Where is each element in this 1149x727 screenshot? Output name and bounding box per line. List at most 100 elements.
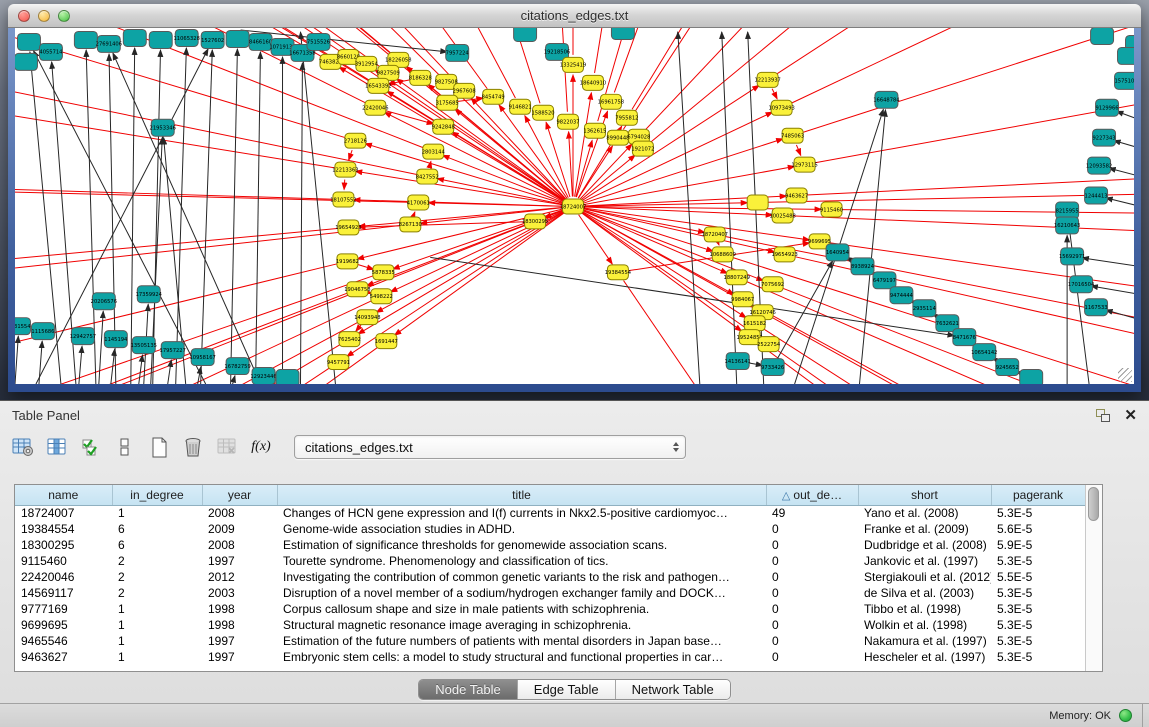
table-row[interactable]: 1830029562008Estimation of significance … <box>15 537 1085 553</box>
table-row[interactable]: 977716911998Corpus callosum shape and si… <box>15 601 1085 617</box>
float-panel-icon[interactable] <box>1096 409 1110 422</box>
graph-node[interactable] <box>1020 370 1043 384</box>
table-cell: 0 <box>766 649 858 665</box>
close-panel-icon[interactable]: ✕ <box>1124 408 1137 423</box>
graph-node-label: 7957224 <box>446 51 469 57</box>
table-settings-icon[interactable] <box>8 433 38 461</box>
graph-edge <box>1106 310 1134 321</box>
show-columns-icon[interactable] <box>42 433 72 461</box>
graph-node-label: 9242848 <box>432 125 455 131</box>
table-cell: 2008 <box>202 537 277 553</box>
graph-node-label: 9733426 <box>761 365 784 371</box>
graph-node[interactable] <box>276 370 299 384</box>
graph-edge <box>859 110 885 384</box>
graph-node[interactable] <box>149 31 172 48</box>
table-row[interactable]: 1938455462009Genome-wide association stu… <box>15 521 1085 537</box>
delete-column-icon[interactable] <box>178 433 208 461</box>
table-cell: 1 <box>112 617 202 633</box>
tab-network-table[interactable]: Network Table <box>616 680 730 699</box>
memory-ok-indicator-icon[interactable] <box>1119 709 1132 722</box>
table-cell: Jankovic et al. (1997) <box>858 553 991 569</box>
table-scrollbar[interactable] <box>1085 485 1102 671</box>
table-row[interactable]: 2242004622012Investigating the contribut… <box>15 569 1085 585</box>
graph-edge <box>632 28 1093 109</box>
column-header-pagerank[interactable]: pagerank <box>991 485 1085 505</box>
graph-node-label: 1575107 <box>1114 79 1134 85</box>
table-cell: 2009 <box>202 521 277 537</box>
window-titlebar[interactable]: citations_edges.txt <box>8 4 1141 28</box>
network-canvas[interactable]: 4055714276914061106532815276028466160107… <box>15 28 1134 384</box>
table-cell: Genome-wide association studies in ADHD. <box>277 521 766 537</box>
table-cell: 5.3E-5 <box>991 649 1085 665</box>
graph-node[interactable] <box>611 28 634 39</box>
table-selector[interactable]: citations_edges.txt <box>294 435 686 459</box>
table-cell: 22420046 <box>15 569 112 585</box>
graph-node[interactable] <box>747 195 768 210</box>
column-header-year[interactable]: year <box>202 485 277 505</box>
table-row[interactable]: 946362711997Embryonic stem cells: a mode… <box>15 649 1085 665</box>
graph-node-label: 1921072 <box>631 146 654 152</box>
table-row[interactable]: 946554611997Estimation of the future num… <box>15 633 1085 649</box>
graph-node-label: 10973493 <box>768 106 794 112</box>
graph-node-label: 19384554 <box>605 270 631 276</box>
graph-edge <box>15 300 372 384</box>
unselect-all-columns-icon[interactable] <box>110 433 140 461</box>
graph-node-label: 17957227 <box>160 348 186 354</box>
graph-node-label: 9822037 <box>556 120 579 126</box>
graph-node[interactable] <box>74 31 97 48</box>
table-row[interactable]: 911546021997Tourette syndrome. Phenomeno… <box>15 553 1085 569</box>
graph-edge <box>455 109 565 200</box>
column-header-in_degree[interactable]: in_degree <box>112 485 202 505</box>
graph-node-label: 9146821 <box>509 105 532 111</box>
combo-stepper-icon <box>673 442 681 452</box>
graph-node[interactable] <box>1091 28 1114 44</box>
table-cell: 18300295 <box>15 537 112 553</box>
table-panel-title: Table Panel <box>12 408 80 423</box>
graph-edge <box>344 180 345 190</box>
graph-node-label: 6794028 <box>627 134 650 140</box>
column-header-short[interactable]: short <box>858 485 991 505</box>
graph-node[interactable] <box>1118 47 1134 64</box>
graph-edge <box>357 264 374 269</box>
graph-node[interactable] <box>514 28 537 41</box>
citation-network-graph: 4055714276914061106532815276028466160107… <box>15 28 1134 384</box>
table-row[interactable]: 1872400712008Changes of HCN gene express… <box>15 505 1085 521</box>
graph-edge <box>15 172 333 199</box>
graph-node[interactable] <box>226 30 249 47</box>
select-all-columns-icon[interactable] <box>76 433 106 461</box>
column-header-name[interactable]: name <box>15 485 112 505</box>
graph-node[interactable] <box>123 29 146 46</box>
column-header-title[interactable]: title <box>277 485 766 505</box>
graph-node-label: 1362615 <box>583 129 606 135</box>
new-column-icon[interactable] <box>144 433 174 461</box>
table-cell: Yano et al. (2008) <box>858 505 991 521</box>
graph-node-label: 9827509 <box>377 71 400 77</box>
graph-edge <box>814 28 1134 163</box>
table-row[interactable]: 1456911722003Disruption of a novel membe… <box>15 585 1085 601</box>
graph-edge <box>758 343 1134 384</box>
table-row[interactable]: 969969511998Structural magnetic resonanc… <box>15 617 1085 633</box>
delete-table-icon[interactable] <box>212 433 242 461</box>
function-builder-icon[interactable]: f(x) <box>246 433 276 461</box>
tab-edge-table[interactable]: Edge Table <box>518 680 616 699</box>
window-frame: 4055714276914061106532815276028466160107… <box>8 28 1141 392</box>
graph-node[interactable] <box>15 53 37 70</box>
graph-node-label: 20206576 <box>91 299 117 305</box>
column-header-out_de[interactable]: △ out_de… <box>766 485 858 505</box>
graph-edge <box>414 212 415 215</box>
graph-node-label: 16782759 <box>224 364 250 370</box>
table-cell: Nakamura et al. (1997) <box>858 633 991 649</box>
table-cell: Corpus callosum shape and size in male p… <box>277 601 766 617</box>
graph-node-label: 12093582 <box>1086 163 1112 169</box>
graph-node-label: 3912954 <box>355 62 378 68</box>
tab-node-table[interactable]: Node Table <box>419 680 518 699</box>
graph-edge <box>1116 111 1134 122</box>
graph-node-label: 16543392 <box>365 84 391 90</box>
window-resize-grip[interactable] <box>1118 368 1132 382</box>
table-scrollbar-thumb[interactable] <box>1088 487 1099 521</box>
graph-node-label: 9457791 <box>327 360 350 366</box>
table-cell: 5.3E-5 <box>991 633 1085 649</box>
graph-node[interactable] <box>17 33 40 50</box>
graph-node-label: 8454749 <box>482 95 505 101</box>
table-cell: 5.9E-5 <box>991 537 1085 553</box>
